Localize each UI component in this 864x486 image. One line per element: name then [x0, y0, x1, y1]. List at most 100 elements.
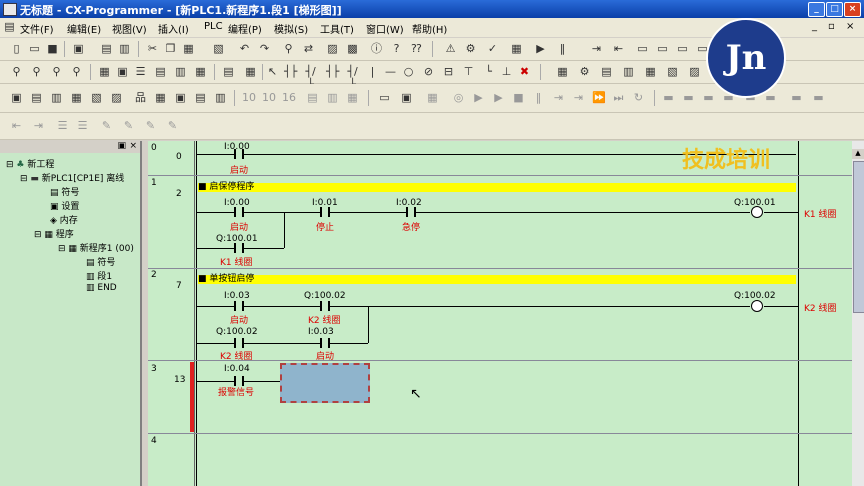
scroll-up-icon[interactable]: ▲	[852, 149, 864, 159]
print-preview-icon[interactable]: ▣	[72, 42, 85, 55]
replace-icon[interactable]: ⇄	[302, 42, 315, 55]
monitor-icon[interactable]: ▦	[510, 42, 523, 55]
transfer-icon[interactable]: ▤	[600, 65, 613, 78]
sim-loop-icon[interactable]: ↻	[632, 91, 645, 104]
tree-prog-symbols[interactable]: ▤ 符号	[86, 255, 115, 268]
contact-no[interactable]	[234, 207, 244, 217]
watch-window-icon[interactable]: ▥	[50, 91, 63, 104]
menu-program[interactable]: 编程(P)	[228, 21, 262, 36]
cross-ref-window-icon[interactable]: ▨	[110, 91, 123, 104]
sim-plc-icon[interactable]: ▣	[400, 91, 413, 104]
properties-window-icon[interactable]: ▧	[90, 91, 103, 104]
comment-view-icon[interactable]: ▣	[116, 65, 129, 78]
address-ref-icon[interactable]: ▦	[70, 91, 83, 104]
force-cancel-icon[interactable]: ▦	[346, 91, 359, 104]
sim-play-icon[interactable]: ▶	[492, 91, 505, 104]
tool-d-icon[interactable]: ✎	[166, 119, 179, 132]
menu-view[interactable]: 视图(V)	[112, 21, 147, 36]
sim-io3-icon[interactable]: ▬	[702, 91, 715, 104]
maximize-button[interactable]: □	[826, 2, 843, 17]
tree-programs[interactable]: ⊟ ▦ 程序	[34, 227, 74, 240]
outdent-icon[interactable]: ⇥	[32, 119, 45, 132]
contact-no[interactable]	[234, 149, 244, 159]
align2-icon[interactable]: ☰	[76, 119, 89, 132]
sim-break-icon[interactable]: ◎	[452, 91, 465, 104]
sim-step2-icon[interactable]: ⇥	[572, 91, 585, 104]
delete-icon[interactable]: ✖	[518, 65, 531, 78]
tree-settings[interactable]: ▣ 设置	[50, 199, 79, 212]
or-nc-icon[interactable]: ┤/├	[346, 65, 359, 91]
redo-icon[interactable]: ↷	[258, 42, 271, 55]
sim-io6-icon[interactable]: ▬	[764, 91, 777, 104]
network4-icon[interactable]: ▤	[194, 91, 207, 104]
network5-icon[interactable]: ▥	[214, 91, 227, 104]
sim-run-icon[interactable]: ▶	[472, 91, 485, 104]
menu-tools[interactable]: 工具(T)	[320, 21, 354, 36]
grid-icon[interactable]: ▦	[98, 65, 111, 78]
network-icon[interactable]: 品	[134, 91, 147, 104]
properties-icon[interactable]: ▨	[326, 42, 339, 55]
instruction-icon[interactable]: ⊟	[442, 65, 455, 78]
cross-ref-icon[interactable]: ▩	[346, 42, 359, 55]
cell-cursor[interactable]	[280, 363, 370, 403]
pane-close-icon[interactable]: ×	[129, 141, 137, 151]
transfer2-icon[interactable]: ▥	[622, 65, 635, 78]
pin-icon[interactable]: ▣	[117, 141, 126, 151]
context-help-icon[interactable]: ⁇	[410, 42, 423, 55]
compare-icon[interactable]: ▧	[666, 65, 679, 78]
contact-nc-icon[interactable]: ┤/├	[304, 65, 317, 91]
save-icon[interactable]: ■	[46, 42, 59, 55]
compile-icon[interactable]: ⚙	[464, 42, 477, 55]
hex10b-icon[interactable]: 10	[262, 91, 276, 104]
hex10-icon[interactable]: 10	[242, 91, 256, 104]
contact-nc[interactable]	[320, 338, 330, 348]
paste-icon[interactable]: ▦	[182, 42, 195, 55]
sim-io7-icon[interactable]: ▬	[790, 91, 803, 104]
tree-end[interactable]: ▥ END	[86, 283, 117, 293]
network2-icon[interactable]: ▦	[154, 91, 167, 104]
contact-no[interactable]	[234, 338, 244, 348]
contact-nc[interactable]	[320, 301, 330, 311]
ladder-editor[interactable]: 0 0 I:0.00 启动 1 2 ■ 启保停程序 I:0.00 启动 I:0.…	[148, 141, 852, 486]
doc-minimize-button[interactable]: _	[812, 21, 817, 32]
sim-fast-icon[interactable]: ⏩	[592, 91, 606, 104]
force-on-icon[interactable]: ▤	[306, 91, 319, 104]
window3-icon[interactable]: ▭	[676, 42, 689, 55]
output-coil[interactable]	[751, 300, 763, 312]
close-button[interactable]: ×	[844, 2, 861, 17]
line-connect-icon[interactable]: └	[482, 65, 495, 78]
vertical-scrollbar[interactable]: ▲	[852, 141, 864, 486]
menu-window[interactable]: 窗口(W)	[366, 21, 404, 36]
tool-c-icon[interactable]: ✎	[144, 119, 157, 132]
indent-icon[interactable]: ⇤	[10, 119, 23, 132]
zoom-fit-icon[interactable]: ⚲	[70, 65, 83, 78]
online-icon[interactable]: ▦	[556, 65, 569, 78]
contact-no[interactable]	[234, 301, 244, 311]
sim-io2-icon[interactable]: ▬	[682, 91, 695, 104]
doc-restore-button[interactable]: ▫	[828, 21, 835, 32]
tree-section1[interactable]: ▥ 段1	[86, 269, 112, 282]
project-window-icon[interactable]: ▣	[10, 91, 23, 104]
menu-plc[interactable]: PLC	[204, 21, 223, 32]
menu-file[interactable]: 文件(F)	[20, 21, 54, 36]
menu-simulate[interactable]: 模拟(S)	[274, 21, 308, 36]
tree-project[interactable]: ⊟ ♣ 新工程	[6, 157, 54, 170]
step-icon[interactable]: ⇥	[590, 42, 603, 55]
sim-pause-icon[interactable]: ‖	[532, 91, 545, 104]
print-icon[interactable]: ▤	[100, 42, 113, 55]
step-over-icon[interactable]: ⇤	[612, 42, 625, 55]
horizontal-line-icon[interactable]: —	[384, 65, 397, 78]
vertical-line-icon[interactable]: |	[366, 65, 379, 78]
doc-close-button[interactable]: ×	[846, 21, 854, 32]
contact-no[interactable]	[234, 243, 244, 253]
window-icon[interactable]: ▭	[636, 42, 649, 55]
list-view-icon[interactable]: ☰	[134, 65, 147, 78]
mnemonic-icon[interactable]: ▤	[222, 65, 235, 78]
ladder-icon[interactable]: ▦	[244, 65, 257, 78]
zoom-out-icon[interactable]: ⚲	[50, 65, 63, 78]
tree-program1[interactable]: ⊟ ▦ 新程序1 (00)	[58, 241, 134, 254]
window2-icon[interactable]: ▭	[656, 42, 669, 55]
sim-window-icon[interactable]: ▭	[378, 91, 391, 104]
tree-memory[interactable]: ◈ 内存	[50, 213, 78, 226]
hex16-icon[interactable]: 16	[282, 91, 296, 104]
